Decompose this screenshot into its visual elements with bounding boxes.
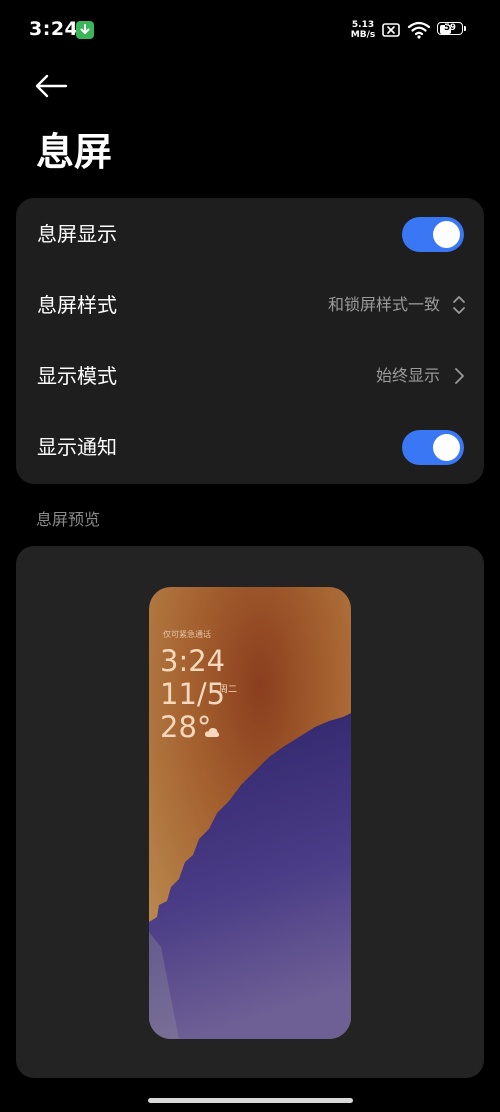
show-notifications-row[interactable]: 显示通知 [16,413,484,481]
aod-display-label: 息屏显示 [37,222,117,246]
show-notifications-toggle[interactable] [402,430,464,465]
toggle-knob [433,221,460,248]
status-bar: 3:24 5.13 MB/s 59 [0,0,500,60]
cloud-icon [204,727,220,737]
download-icon [76,21,94,39]
network-speed-unit: MB/s [350,30,376,40]
display-mode-value: 始终显示 [375,366,440,385]
status-time: 3:24 [29,18,79,40]
aod-style-value: 和锁屏样式一致 [327,295,440,314]
aod-display-toggle[interactable] [402,217,464,252]
back-arrow-icon [35,74,68,98]
wifi-icon [407,21,431,39]
up-down-chevron-icon [453,296,465,314]
aod-style-row[interactable]: 息屏样式 和锁屏样式一致 [16,271,484,339]
aod-display-row[interactable]: 息屏显示 [16,200,484,268]
display-mode-label: 显示模式 [37,364,117,388]
no-sim-icon [382,23,400,37]
preview-time: 3:24 [160,644,226,678]
home-indicator[interactable] [148,1098,353,1103]
show-notifications-label: 显示通知 [37,435,117,459]
page-title: 息屏 [36,130,113,174]
preview-weekday: 周二 [219,685,238,695]
display-mode-row[interactable]: 显示模式 始终显示 [16,342,484,410]
toggle-knob [433,434,460,461]
aod-style-label: 息屏样式 [37,293,117,317]
network-speed: 5.13 MB/s [348,20,378,40]
chevron-right-icon [455,368,464,384]
network-speed-value: 5.13 [351,20,375,30]
aod-preview-phone[interactable]: 仅可紧急通话 3:24 11/5 周二 28° [149,587,351,1039]
battery-cap [464,26,466,31]
back-button[interactable] [30,68,72,104]
battery-icon: 59 [437,22,467,37]
battery-level: 59 [444,23,456,33]
preview-card: 仅可紧急通话 3:24 11/5 周二 28° [16,546,484,1078]
preview-date: 11/5 [160,677,226,711]
settings-card: 息屏显示 息屏样式 和锁屏样式一致 显示模式 始终显示 显示通知 [16,198,484,484]
emergency-call-text: 仅可紧急通话 [163,630,211,639]
preview-section-title: 息屏预览 [36,510,101,529]
